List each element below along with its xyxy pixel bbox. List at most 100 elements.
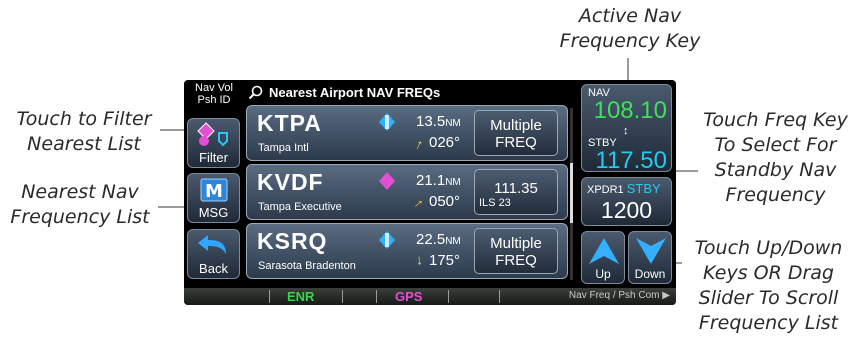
transponder-key[interactable]: XPDR1 STBY 1200 xyxy=(581,177,672,226)
callout-text-line: Nearest Nav xyxy=(21,181,139,203)
back-arrow-icon xyxy=(198,235,226,254)
distance: 13.5NM xyxy=(416,113,461,130)
airport-name: Sarasota Bradenton xyxy=(258,260,356,272)
nav-standby-frequency: 117.50 xyxy=(595,147,667,174)
distance-unit: NM xyxy=(445,177,461,188)
callout-text-line: To Select For xyxy=(714,134,837,156)
callout-scroll-instructions: Touch Up/Down Keys OR Drag Slider To Scr… xyxy=(676,236,861,336)
gps-status: GPS xyxy=(395,289,423,304)
divider xyxy=(499,290,500,303)
airport-id: KVDF xyxy=(257,169,324,195)
up-label: Up xyxy=(595,267,611,281)
divider xyxy=(448,290,449,303)
status-bar: ENR GPS Nav Freq / Psh Com ▶ xyxy=(184,288,676,305)
bearing: 050° xyxy=(429,193,461,210)
hint-text: Nav Freq / Psh Com xyxy=(568,290,660,301)
callout-text-line: Keys OR Drag xyxy=(703,262,834,284)
freq-line: FREQ xyxy=(495,134,537,151)
callout-text-line: Frequency List xyxy=(698,312,839,334)
filter-label: Filter xyxy=(199,150,228,165)
distance-value: 21.1 xyxy=(416,172,446,189)
towered-airport-icon xyxy=(379,113,395,131)
callout-text-line: Active Nav xyxy=(578,5,682,27)
freq-line: Multiple xyxy=(490,235,542,252)
freq-line: 111.35 xyxy=(494,180,538,197)
list-item[interactable]: KTPA Tampa Intl 13.5NM ↑ 026° Multiple F… xyxy=(246,105,568,161)
filter-icon xyxy=(197,122,228,147)
down-label: Down xyxy=(634,267,666,281)
callout-touch-to-filter: Touch to Filter Nearest List xyxy=(0,107,168,157)
svg-text:M: M xyxy=(205,181,223,202)
callout-text-line: Touch to Filter xyxy=(16,108,152,130)
swap-arrow-icon: ↕ xyxy=(623,125,629,137)
airport-name: Tampa Intl xyxy=(258,142,309,154)
callout-text-line: Frequency Key xyxy=(559,30,701,52)
up-arrow-icon xyxy=(589,238,619,264)
nav-vol-text: Nav Vol xyxy=(195,82,233,94)
airport-id: KTPA xyxy=(257,110,322,136)
up-button[interactable]: Up xyxy=(581,231,625,284)
list-item[interactable]: KVDF Tampa Executive 21.1NM ↑ 050° 111.3… xyxy=(246,164,568,220)
callout-text-line: Nearest List xyxy=(27,133,141,155)
xpdr-mode: STBY xyxy=(626,181,661,196)
down-arrow-icon xyxy=(636,238,666,264)
play-icon: ▶ xyxy=(662,290,670,301)
divider xyxy=(269,290,270,303)
callout-touch-freq-key: Touch Freq Key To Select For Standby Nav… xyxy=(690,108,861,208)
towered-airport-icon xyxy=(379,231,395,249)
scroll-slider[interactable] xyxy=(570,108,573,280)
frequency-button[interactable]: Multiple FREQ xyxy=(474,228,558,274)
nav-vol-label[interactable]: Nav Vol Psh ID xyxy=(188,82,240,106)
scroll-thumb[interactable] xyxy=(570,163,573,223)
distance-value: 22.5 xyxy=(416,231,446,248)
bearing-arrow-icon: ↑ xyxy=(415,253,424,271)
search-icon xyxy=(248,85,263,100)
nearest-airport-nav-freqs-screen: Nav Vol Psh ID Filter M MSG Back Nearest… xyxy=(184,80,676,305)
bearing-arrow-icon: ↑ xyxy=(411,195,428,211)
title-text: Nearest Airport NAV FREQs xyxy=(269,85,441,100)
freq-line: ILS 23 xyxy=(479,197,511,209)
distance: 21.1NM xyxy=(416,172,461,189)
callout-text-line: Slider To Scroll xyxy=(698,287,839,309)
divider xyxy=(342,290,343,303)
callout-text-line: Frequency List xyxy=(10,206,150,228)
distance-unit: NM xyxy=(445,236,461,247)
airport-id: KSRQ xyxy=(257,228,328,254)
freq-line: Multiple xyxy=(490,117,542,134)
back-label: Back xyxy=(199,261,228,276)
list-item[interactable]: KSRQ Sarasota Bradenton 22.5NM ↑ 175° Mu… xyxy=(246,223,568,279)
divider xyxy=(376,290,377,303)
down-button[interactable]: Down xyxy=(628,231,672,284)
nav-frequency-key[interactable]: NAV 108.10 ↕ STBY 117.50 xyxy=(581,84,672,174)
callout-text-line: Frequency xyxy=(725,184,826,206)
xpdr-label: XPDR1 xyxy=(587,184,624,196)
frequency-button[interactable]: 111.35 ILS 23 xyxy=(474,169,558,215)
callout-active-nav-frequency-key: Active Nav Frequency Key xyxy=(540,4,720,54)
bearing-arrow-icon: ↑ xyxy=(412,135,427,153)
nav-active-frequency: 108.10 xyxy=(593,97,667,124)
callout-text-line: Standby Nav xyxy=(714,159,837,181)
message-icon: M xyxy=(200,178,228,202)
xpdr-header: XPDR1 STBY xyxy=(587,181,661,196)
page-title: Nearest Airport NAV FREQs xyxy=(246,83,566,103)
msg-label: MSG xyxy=(198,205,229,220)
nav-freq-psh-com-hint: Nav Freq / Psh Com ▶ xyxy=(569,290,670,301)
untowered-airport-icon xyxy=(379,172,395,190)
back-button[interactable]: Back xyxy=(187,229,240,279)
frequency-button[interactable]: Multiple FREQ xyxy=(474,110,558,156)
bearing: 175° xyxy=(429,252,461,269)
distance: 22.5NM xyxy=(416,231,461,248)
filter-button[interactable]: Filter xyxy=(187,118,240,168)
callout-nearest-nav-frequency-list: Nearest Nav Frequency List xyxy=(0,180,160,230)
freq-line: FREQ xyxy=(495,252,537,269)
psh-id-text: Psh ID xyxy=(197,94,231,106)
callout-text-line: Touch Freq Key xyxy=(703,109,848,131)
bearing: 026° xyxy=(429,134,461,151)
distance-value: 13.5 xyxy=(416,113,446,130)
callout-text-line: Touch Up/Down xyxy=(694,237,843,259)
enr-status: ENR xyxy=(287,289,315,304)
airport-name: Tampa Executive xyxy=(258,201,342,213)
distance-unit: NM xyxy=(445,118,461,129)
msg-button[interactable]: M MSG xyxy=(187,173,240,223)
xpdr-code: 1200 xyxy=(600,197,653,223)
